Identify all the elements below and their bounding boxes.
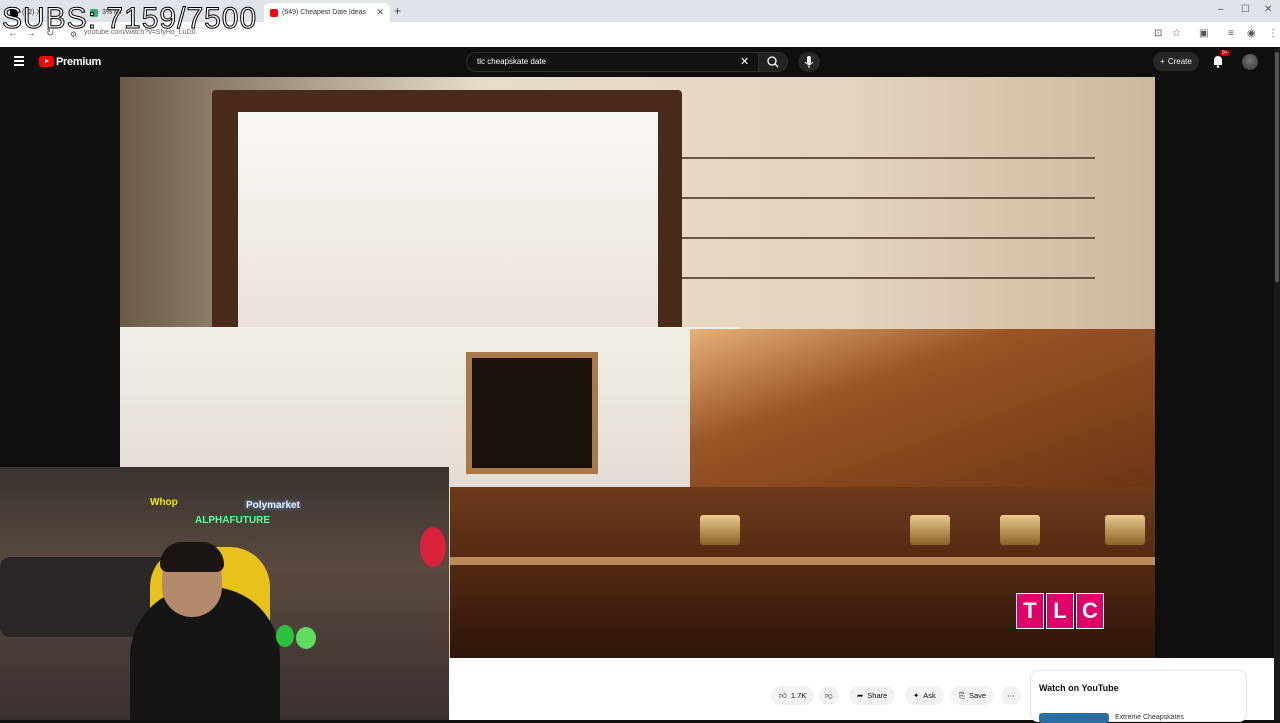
more-dots-icon: ⋯ (1007, 691, 1015, 700)
youtube-icon (270, 8, 278, 17)
wall-slat (675, 277, 1095, 279)
subscriber-goal-overlay: SUBS: 7159/7500 (1, 2, 258, 36)
voice-search-button[interactable] (798, 52, 820, 72)
sparkle-icon: ✦ (913, 691, 920, 700)
create-button[interactable]: + Create (1153, 52, 1199, 71)
youtube-header: Premium ✕ + Create 9+ (0, 47, 1280, 77)
watch-on-youtube-card[interactable]: Watch on YouTube Extreme Cheapskates (1030, 670, 1247, 723)
wall-slat (675, 237, 1095, 239)
account-avatar[interactable] (1242, 54, 1258, 70)
menu-dots-icon[interactable]: ⋮ (1268, 28, 1278, 39)
memory-box (466, 352, 598, 474)
alphafuture-neon-sign: ALPHAFUTURE (195, 515, 270, 526)
bookmark-star-icon[interactable]: ☆ (1172, 28, 1181, 39)
tab-search-icon[interactable]: ≡ (1228, 28, 1234, 39)
more-actions-button[interactable]: ⋯ (1001, 686, 1021, 705)
youtube-logo-icon[interactable] (39, 56, 54, 67)
share-arrow-icon: ➦ (857, 691, 864, 700)
hamburger-menu-icon[interactable] (14, 56, 24, 68)
scrollbar-thumb[interactable] (1275, 52, 1279, 282)
coffin-handle (1105, 515, 1145, 545)
suggested-video-thumbnail[interactable] (1039, 713, 1109, 723)
balloon (420, 527, 446, 567)
balloon (296, 627, 316, 649)
maximize-icon[interactable]: ☐ (1241, 4, 1250, 15)
watch-on-youtube-title: Watch on YouTube (1039, 683, 1119, 693)
like-button[interactable]: 👍︎ 1.7K (771, 686, 815, 705)
balloon (276, 625, 294, 647)
search-icon (767, 56, 779, 68)
search-button[interactable] (758, 52, 788, 72)
tab-youtube[interactable]: (649) Cheapest Date Ideas ✕ (264, 3, 390, 22)
new-tab-button[interactable]: + (394, 4, 401, 18)
share-button[interactable]: ➦ Share (849, 686, 896, 705)
install-icon[interactable]: ⊡ (1154, 28, 1162, 39)
coffin-lining (238, 112, 658, 352)
plus-icon: + (1160, 57, 1165, 66)
minimize-icon[interactable]: – (1218, 4, 1224, 15)
coffin-rail (450, 557, 1155, 565)
polymarket-neon-sign: Polymarket (246, 500, 300, 511)
search-box (466, 52, 758, 72)
ask-button[interactable]: ✦ Ask (905, 686, 944, 705)
thumbs-up-icon: 👍︎ (779, 690, 787, 700)
notification-count-badge: 9+ (1220, 50, 1230, 56)
coffin-closed-lid (690, 329, 1155, 499)
microphone-icon (804, 56, 814, 68)
youtube-premium-label[interactable]: Premium (56, 56, 101, 68)
extensions-icon[interactable]: ▣ (1199, 28, 1208, 39)
search-input[interactable] (475, 56, 729, 67)
bookmark-icon: ⎘ (959, 690, 965, 700)
coffin-handle (1000, 515, 1040, 545)
coffin-body (450, 487, 1155, 658)
coffin-handle (700, 515, 740, 545)
whop-neon-sign: Whop (150, 497, 178, 508)
webcam-overlay: Whop Polymarket ALPHAFUTURE (0, 467, 449, 720)
streamer-hair (160, 542, 224, 572)
dislike-button[interactable]: 👎︎ (819, 686, 839, 705)
close-window-icon[interactable]: ✕ (1264, 4, 1272, 15)
clear-search-icon[interactable]: ✕ (740, 55, 749, 68)
profile-icon[interactable]: ◉ (1247, 28, 1256, 39)
page-scrollbar[interactable] (1274, 48, 1280, 720)
notifications-bell-icon[interactable] (1212, 55, 1224, 68)
tlc-watermark-logo: T L C (1016, 593, 1104, 629)
coffin-handle (910, 515, 950, 545)
wall-slat (675, 157, 1095, 159)
thumbs-down-icon: 👎︎ (825, 690, 833, 700)
wall-slat (675, 197, 1095, 199)
close-tab-icon[interactable]: ✕ (376, 7, 384, 18)
save-button[interactable]: ⎘ Save (951, 686, 995, 705)
